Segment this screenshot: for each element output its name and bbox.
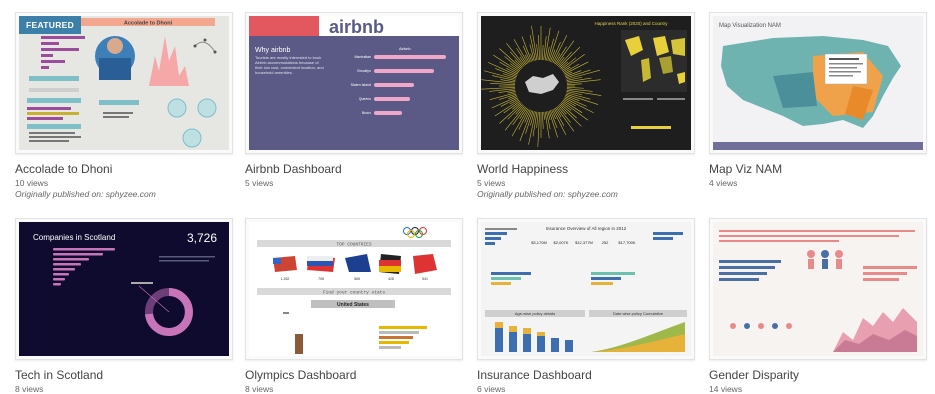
card-title[interactable]: Map Viz NAM xyxy=(709,162,927,176)
card-title[interactable]: Olympics Dashboard xyxy=(245,368,463,382)
published-site: sphyzee.com xyxy=(567,189,618,199)
thumb-section-2: Find your country stats xyxy=(323,290,385,296)
thumbnail-graphic: airbnb Why airbnb Tourists are mostly in… xyxy=(249,16,459,150)
card-map-viz-nam: Map Visualization NAM Map Viz NAM 4 view… xyxy=(709,12,927,189)
view-count: 5 views xyxy=(477,178,506,188)
thumb-country: United States xyxy=(337,302,369,308)
thumbnail-accolade-to-dhoni: Accolade to Dhoni xyxy=(19,16,229,150)
thumbnail-graphic: Insurance Overview of All region in 2012… xyxy=(481,222,691,356)
card-airbnb-dashboard: airbnb Why airbnb Tourists are mostly in… xyxy=(245,12,463,189)
card-gender-disparity: Gender Disparity 14 views xyxy=(709,218,927,394)
thumb-heading: Why airbnb xyxy=(255,47,291,54)
view-count: 10 views xyxy=(15,178,49,188)
view-count: 8 views xyxy=(245,384,274,394)
thumb-heading: Map Visualization NAM xyxy=(719,23,781,29)
thumbnail-graphic: Happiness Rank (2020) and Country xyxy=(481,16,691,150)
thumbnail-olympics-dashboard: TOP COUNTRIES 1,262 708 565 428 541 Find… xyxy=(249,222,459,356)
thumbnail-link[interactable]: Happiness Rank (2020) and Country xyxy=(477,12,695,154)
thumbnail-link[interactable]: airbnb Why airbnb Tourists are mostly in… xyxy=(245,12,463,154)
card-title[interactable]: Airbnb Dashboard xyxy=(245,162,463,176)
thumb-chart-title: Airbnb xyxy=(399,46,411,51)
card-tech-in-scotland: Companies in Scotland 3,726 Tech in Scot… xyxy=(15,218,233,394)
thumbnail-world-happiness: Happiness Rank (2020) and Country xyxy=(481,16,691,150)
thumb-bar-label: Brooklyn xyxy=(357,69,371,73)
view-count: 6 views xyxy=(477,384,506,394)
thumb-panel-2: Date wise policy Cumulative xyxy=(613,311,664,316)
thumb-heading: Insurance Overview of All region in 2012 xyxy=(546,226,627,231)
thumb-section-1: TOP COUNTRIES xyxy=(336,242,371,248)
thumbnail-graphic: Companies in Scotland 3,726 xyxy=(19,222,229,356)
thumb-kpi: $12,377M xyxy=(575,240,593,245)
thumb-bar-label: Manhattan xyxy=(354,55,371,59)
thumb-kpi: $17,700K xyxy=(618,240,635,245)
card-accolade-to-dhoni: FEATURED Accolade to Dhoni Accolade to D… xyxy=(15,12,233,200)
thumb-bar-label: Staten Island xyxy=(351,83,371,87)
thumb-body-4: household amenities. xyxy=(255,70,293,75)
thumb-kpi: 252 xyxy=(602,240,609,245)
thumb-kpi: $3,170M xyxy=(531,240,547,245)
thumbnail-insurance-dashboard: Insurance Overview of All region in 2012… xyxy=(481,222,691,356)
view-count: 4 views xyxy=(709,178,738,188)
thumb-kpi: 3,726 xyxy=(187,231,217,245)
published-label: Originally published on: xyxy=(15,189,104,199)
card-title[interactable]: World Happiness xyxy=(477,162,695,176)
thumb-bar-label: Queens xyxy=(359,97,372,101)
thumb-logo: airbnb xyxy=(329,17,384,37)
thumb-medal-count: 541 xyxy=(422,277,428,281)
thumbnail-gender-disparity xyxy=(713,222,923,356)
thumbnail-link[interactable]: FEATURED Accolade to Dhoni xyxy=(15,12,233,154)
thumb-medal-count: 428 xyxy=(388,277,394,281)
thumb-medal-count: 708 xyxy=(318,277,324,281)
thumbnail-map-viz-nam: Map Visualization NAM xyxy=(713,16,923,150)
thumb-heading: Accolade to Dhoni xyxy=(124,21,173,27)
published-label: Originally published on: xyxy=(477,189,566,199)
published-site: sphyzee.com xyxy=(105,189,156,199)
card-olympics-dashboard: TOP COUNTRIES 1,262 708 565 428 541 Find… xyxy=(245,218,463,394)
published-info: Originally published on: sphyzee.com xyxy=(477,189,695,200)
thumb-panel-1: Age-wise policy details xyxy=(515,311,555,316)
thumb-bar-label: Bronx xyxy=(362,111,371,115)
dashboard-gallery: FEATURED Accolade to Dhoni Accolade to D… xyxy=(0,0,935,394)
thumb-heading: Companies in Scotland xyxy=(33,233,115,242)
card-insurance-dashboard: Insurance Overview of All region in 2012… xyxy=(477,218,695,394)
thumb-medal-count: 1,262 xyxy=(281,277,290,281)
card-title[interactable]: Insurance Dashboard xyxy=(477,368,695,382)
published-info: Originally published on: sphyzee.com xyxy=(15,189,233,200)
card-title[interactable]: Tech in Scotland xyxy=(15,368,233,382)
thumbnail-airbnb-dashboard: airbnb Why airbnb Tourists are mostly in… xyxy=(249,16,459,150)
thumbnail-graphic: Map Visualization NAM xyxy=(713,16,923,150)
view-count: 5 views xyxy=(245,178,274,188)
thumbnail-tech-in-scotland: Companies in Scotland 3,726 xyxy=(19,222,229,356)
view-count: 8 views xyxy=(15,384,44,394)
card-title[interactable]: Gender Disparity xyxy=(709,368,927,382)
thumbnail-graphic: TOP COUNTRIES 1,262 708 565 428 541 Find… xyxy=(249,222,459,356)
featured-badge: FEATURED xyxy=(19,16,82,34)
view-count: 14 views xyxy=(709,384,743,394)
card-world-happiness: Happiness Rank (2020) and Country World … xyxy=(477,12,695,200)
thumb-kpi: $2,007K xyxy=(554,240,569,245)
thumbnail-link[interactable]: Insurance Overview of All region in 2012… xyxy=(477,218,695,360)
card-title[interactable]: Accolade to Dhoni xyxy=(15,162,233,176)
thumbnail-graphic xyxy=(713,222,923,356)
thumbnail-graphic: Accolade to Dhoni xyxy=(19,16,229,150)
thumbnail-link[interactable]: Map Visualization NAM xyxy=(709,12,927,154)
thumb-medal-count: 565 xyxy=(354,277,360,281)
thumb-heading: Happiness Rank (2020) and Country xyxy=(594,21,668,26)
thumbnail-link[interactable] xyxy=(709,218,927,360)
thumbnail-link[interactable]: Companies in Scotland 3,726 xyxy=(15,218,233,360)
thumbnail-link[interactable]: TOP COUNTRIES 1,262 708 565 428 541 Find… xyxy=(245,218,463,360)
